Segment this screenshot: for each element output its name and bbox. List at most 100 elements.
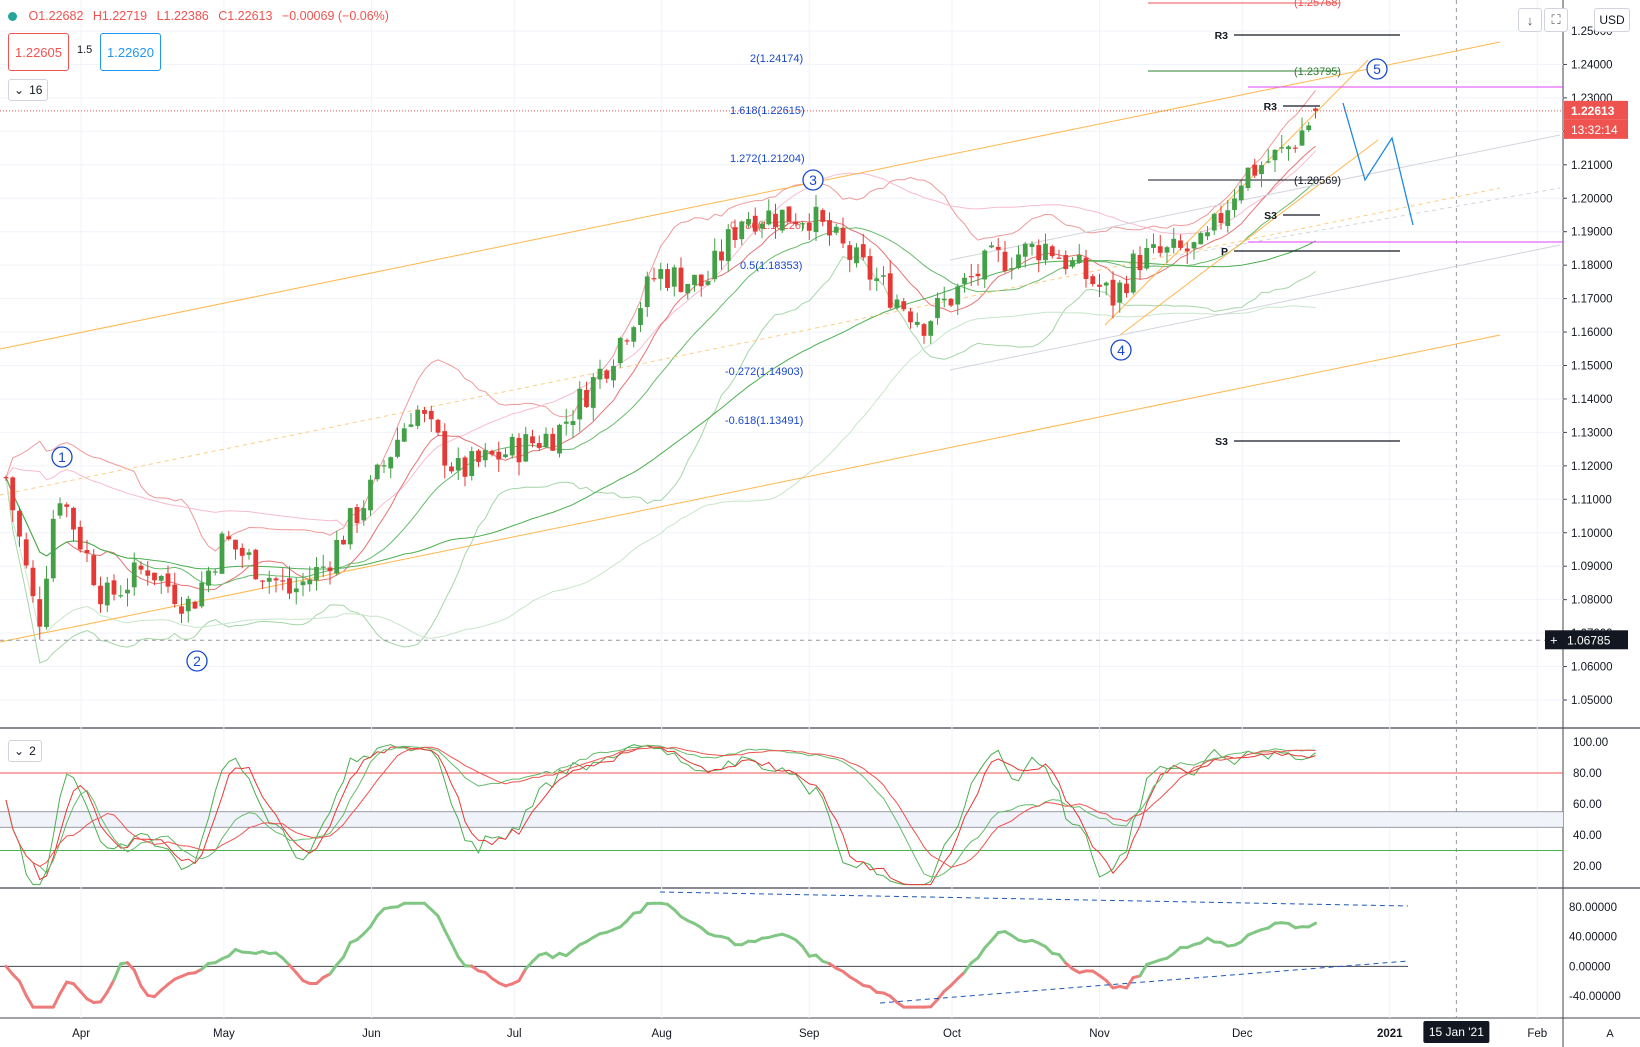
price-tick-label: 1.06000 (1571, 662, 1613, 674)
osc-segment (443, 928, 453, 945)
target-label: (1.23795) (1294, 66, 1341, 78)
stoch-d-slow (5, 746, 1316, 868)
candle-body (44, 578, 49, 627)
candle-body (192, 601, 198, 609)
time-label: Dec (1232, 1028, 1253, 1040)
screenshot-button[interactable]: ⛶ (1544, 8, 1568, 32)
candle-body (57, 503, 63, 516)
chevron-down-icon: ⌄ (14, 83, 25, 97)
candle-body (233, 539, 238, 550)
fib-level-label: 2(1.24174) (750, 53, 803, 65)
sell-button[interactable]: 1.22605 (8, 33, 69, 71)
candle-body (449, 466, 454, 472)
candle-body (604, 370, 610, 379)
price-tick-label: 1.15000 (1571, 361, 1613, 373)
candle-body (118, 595, 124, 597)
buy-button[interactable]: 1.22620 (100, 33, 161, 71)
candle-body (577, 388, 583, 420)
osc-segment (963, 961, 973, 974)
time-label: Aug (651, 1028, 671, 1040)
candle-body (1191, 242, 1197, 249)
ohlc-readout: O1.22682 H1.22719 L1.22386 C1.22613 −0.0… (8, 9, 395, 23)
candle-body (212, 571, 218, 573)
time-label: Sep (799, 1028, 819, 1040)
candle-body (685, 283, 691, 294)
candle-body (800, 223, 805, 225)
oscillator-toggle[interactable]: ⌄ 2 (8, 740, 42, 762)
candle-body (941, 298, 947, 301)
price-tick-label: 1.08000 (1571, 595, 1613, 607)
candle-body (638, 308, 643, 326)
candle-body (584, 390, 589, 408)
candle-body (71, 507, 76, 530)
candle-body (962, 277, 967, 284)
candle-body (712, 250, 718, 280)
camera-icon: ⛶ (1551, 12, 1561, 27)
candle-body (1151, 244, 1156, 248)
candle-body (1009, 268, 1015, 270)
candle-body (921, 324, 927, 336)
candle-body (226, 536, 232, 540)
candle-body (1198, 233, 1204, 245)
candle-body (293, 588, 299, 593)
candle-body (887, 273, 893, 308)
candle-body (1211, 213, 1217, 231)
change-value: −0.00069 (−0.06%) (281, 9, 389, 23)
candle-body (1130, 253, 1136, 293)
candle-body (806, 222, 812, 231)
pivot-label: S3 (1215, 436, 1228, 448)
chevron-down-icon: ⌄ (14, 744, 25, 758)
candle-body (10, 477, 16, 511)
osc-tick-label: 80.00000 (1569, 902, 1617, 914)
currency-button[interactable]: USD (1594, 8, 1630, 32)
chart-canvas[interactable]: 1.250001.240001.230001.220001.210001.200… (0, 0, 1640, 1047)
indicators-toggle[interactable]: ⌄ 16 (8, 79, 49, 101)
candle-body (361, 508, 367, 521)
candle-body (98, 585, 103, 605)
candle-body (935, 297, 940, 319)
candle-body (651, 278, 657, 280)
candle-body (881, 275, 886, 277)
candle-body (334, 539, 340, 574)
time-label: Oct (943, 1028, 962, 1040)
candle-body (698, 274, 704, 287)
candle-body (489, 450, 495, 455)
candle-body (172, 584, 178, 605)
price-tick-label: 1.05000 (1571, 695, 1613, 707)
candle-body (1292, 147, 1298, 149)
candle-body (314, 566, 319, 581)
osc-segment (335, 955, 345, 967)
candle-body (1036, 245, 1042, 261)
price-tick-label: 1.13000 (1571, 427, 1613, 439)
candle-body (1164, 247, 1170, 253)
download-button[interactable]: ↓ (1518, 8, 1542, 32)
candle-body (1178, 240, 1183, 248)
candle-body (860, 244, 866, 258)
osc-segment (524, 959, 534, 971)
candle-body (624, 340, 630, 342)
target-label: (1.20569) (1294, 175, 1341, 187)
candle-body (1137, 254, 1143, 271)
candle-body (570, 421, 576, 425)
candle-body (1245, 167, 1251, 189)
candle-body (266, 577, 272, 582)
open-value: O1.22682 (28, 9, 84, 23)
high-value: H1.22719 (92, 9, 148, 23)
candle-body (138, 565, 144, 570)
osc-segment (4, 964, 15, 976)
osc-segment (18, 979, 28, 998)
candle-body (1124, 283, 1129, 294)
pivot-label: S3 (1264, 210, 1277, 222)
fib-level-label: -0.272(1.14903) (725, 366, 803, 378)
price-tick-label: 1.11000 (1571, 494, 1612, 506)
candle-body (111, 580, 117, 595)
fib-level-label: -0.618(1.13491) (725, 415, 803, 427)
candle-body (1218, 213, 1224, 223)
candle-body (773, 213, 778, 228)
target-label: (1.25768) (1294, 0, 1341, 9)
candle-body (759, 223, 765, 229)
candle-body (1265, 161, 1271, 163)
candle-body (145, 570, 151, 576)
candle-body (476, 450, 481, 462)
candle-body (1110, 279, 1116, 306)
